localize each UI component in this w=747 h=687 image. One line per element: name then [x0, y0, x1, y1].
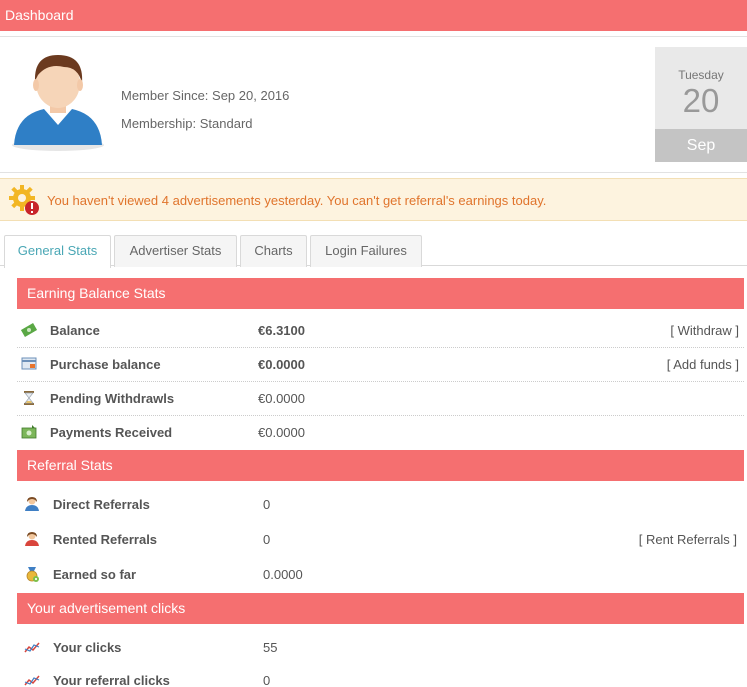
- user-red-icon: [25, 532, 39, 546]
- table-row: Balance €6.3100 [ Withdraw ]: [17, 314, 744, 348]
- tab-advertiser-stats[interactable]: Advertiser Stats: [114, 235, 237, 267]
- add-funds-link[interactable]: [ Add funds ]: [667, 357, 739, 372]
- stats-tabs: General Stats Advertiser Stats Charts Lo…: [0, 233, 747, 268]
- purchase-balance-label: Purchase balance: [50, 357, 161, 372]
- top-bar: Dashboard: [0, 0, 747, 31]
- tab-login-failures[interactable]: Login Failures: [310, 235, 422, 267]
- medal-icon: [26, 567, 39, 582]
- card-icon: [21, 357, 37, 370]
- your-referral-clicks-value: 0: [263, 673, 271, 687]
- date-calendar: Tuesday 20 Sep: [655, 47, 747, 162]
- table-row: Pending Withdrawls €0.0000: [17, 382, 744, 416]
- direct-referrals-label: Direct Referrals: [53, 497, 150, 512]
- alert-message: You haven't viewed 4 advertisements yest…: [47, 193, 547, 208]
- purchase-balance-value: €0.0000: [258, 357, 305, 372]
- membership-type: Membership: Standard: [121, 116, 253, 131]
- pending-withdrawls-value: €0.0000: [258, 391, 305, 406]
- user-blue-icon: [25, 497, 39, 511]
- table-row: Your clicks 55: [17, 631, 744, 665]
- member-since: Member Since: Sep 20, 2016: [121, 88, 290, 103]
- rented-referrals-value: 0: [263, 532, 271, 547]
- page-title: Dashboard: [5, 7, 74, 23]
- date-day: 20: [682, 82, 720, 119]
- cash-icon: [21, 425, 37, 439]
- your-clicks-value: 55: [263, 640, 278, 655]
- warning-alert: You haven't viewed 4 advertisements yest…: [0, 178, 747, 221]
- table-row: Your referral clicks 0: [17, 664, 744, 687]
- date-weekday: Tuesday: [678, 68, 724, 82]
- rented-referrals-label: Rented Referrals: [53, 532, 158, 547]
- date-month: Sep: [655, 129, 747, 162]
- chart-line-icon: [24, 675, 40, 686]
- table-row: Payments Received €0.0000: [17, 416, 744, 450]
- balance-value: €6.3100: [258, 323, 305, 338]
- your-referral-clicks-label: Your referral clicks: [53, 673, 170, 687]
- withdraw-link[interactable]: [ Withdraw ]: [670, 323, 739, 338]
- tab-general-stats[interactable]: General Stats: [4, 235, 111, 268]
- tab-charts[interactable]: Charts: [240, 235, 307, 267]
- payments-received-label: Payments Received: [50, 425, 173, 440]
- earned-so-far-value: 0.0000: [263, 567, 303, 582]
- table-row: Earned so far 0.0000: [17, 558, 744, 592]
- gear-warning-icon: [9, 185, 39, 215]
- referral-stats-header: Referral Stats: [17, 450, 744, 481]
- table-row: Rented Referrals 0 [ Rent Referrals ]: [17, 523, 744, 557]
- money-icon: [21, 323, 37, 337]
- pending-withdrawls-label: Pending Withdrawls: [50, 391, 175, 406]
- chart-line-icon: [24, 642, 40, 653]
- your-clicks-label: Your clicks: [53, 640, 122, 655]
- table-row: Purchase balance €0.0000 [ Add funds ]: [17, 348, 744, 382]
- balance-label: Balance: [50, 323, 100, 338]
- profile-panel: Member Since: Sep 20, 2016 Membership: S…: [0, 36, 747, 173]
- earning-balance-header: Earning Balance Stats: [17, 278, 744, 309]
- direct-referrals-value: 0: [263, 497, 271, 512]
- avatar: [12, 55, 104, 151]
- payments-received-value: €0.0000: [258, 425, 305, 440]
- earned-so-far-label: Earned so far: [53, 567, 137, 582]
- table-row: Direct Referrals 0: [17, 488, 744, 522]
- hourglass-icon: [24, 391, 34, 405]
- rent-referrals-link[interactable]: [ Rent Referrals ]: [639, 532, 737, 547]
- advertisement-clicks-header: Your advertisement clicks: [17, 593, 744, 624]
